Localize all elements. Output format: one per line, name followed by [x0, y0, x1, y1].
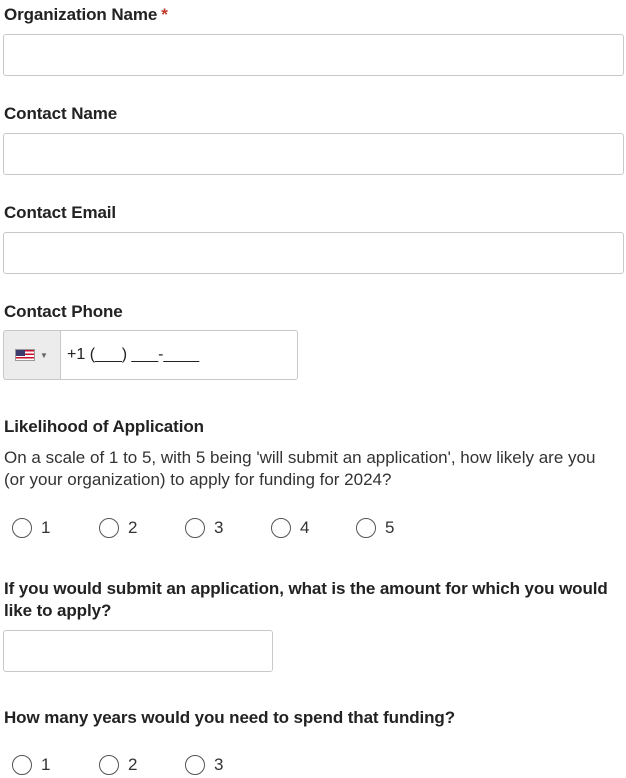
- contact-email-input[interactable]: [3, 232, 624, 274]
- radio-button[interactable]: [99, 518, 119, 538]
- radio-button[interactable]: [356, 518, 376, 538]
- required-asterisk: *: [161, 5, 168, 24]
- contact-phone-label: Contact Phone: [4, 302, 123, 321]
- radio-button[interactable]: [12, 518, 32, 538]
- years-label: How many years would you need to spend t…: [4, 708, 455, 727]
- radio-button[interactable]: [271, 518, 291, 538]
- likelihood-option-3[interactable]: 3: [185, 515, 223, 541]
- years-option-2[interactable]: 2: [99, 752, 137, 778]
- amount-input[interactable]: [3, 630, 273, 672]
- contact-email-label: Contact Email: [4, 203, 117, 222]
- radio-label: 1: [41, 755, 51, 774]
- years-option-3[interactable]: 3: [185, 752, 223, 778]
- country-code-dropdown[interactable]: ▼: [3, 330, 60, 380]
- radio-button[interactable]: [185, 755, 205, 775]
- radio-label: 2: [128, 518, 138, 537]
- radio-label: 3: [214, 755, 224, 774]
- phone-input[interactable]: +1 (___) ___-____: [60, 330, 298, 380]
- likelihood-option-1[interactable]: 1: [12, 515, 50, 541]
- organization-name-label-text: Organization Name: [4, 5, 158, 24]
- likelihood-description: On a scale of 1 to 5, with 5 being 'will…: [4, 448, 596, 489]
- likelihood-label: Likelihood of Application: [4, 417, 204, 436]
- likelihood-option-2[interactable]: 2: [99, 515, 137, 541]
- chevron-down-icon: ▼: [40, 350, 48, 360]
- years-option-1[interactable]: 1: [12, 752, 50, 778]
- contact-name-input[interactable]: [3, 133, 624, 175]
- radio-label: 4: [300, 518, 310, 537]
- radio-label: 1: [41, 518, 51, 537]
- likelihood-option-4[interactable]: 4: [271, 515, 309, 541]
- radio-button[interactable]: [185, 518, 205, 538]
- organization-name-input[interactable]: [3, 34, 624, 76]
- phone-field: ▼ +1 (___) ___-____: [3, 330, 298, 380]
- radio-label: 2: [128, 755, 138, 774]
- radio-label: 3: [214, 518, 224, 537]
- radio-label: 5: [385, 518, 395, 537]
- radio-button[interactable]: [12, 755, 32, 775]
- organization-name-label: Organization Name *: [4, 5, 168, 25]
- likelihood-option-5[interactable]: 5: [356, 515, 394, 541]
- radio-button[interactable]: [99, 755, 119, 775]
- contact-name-label: Contact Name: [4, 104, 118, 123]
- amount-label: If you would submit an application, what…: [4, 579, 608, 620]
- us-flag-icon: [15, 349, 35, 361]
